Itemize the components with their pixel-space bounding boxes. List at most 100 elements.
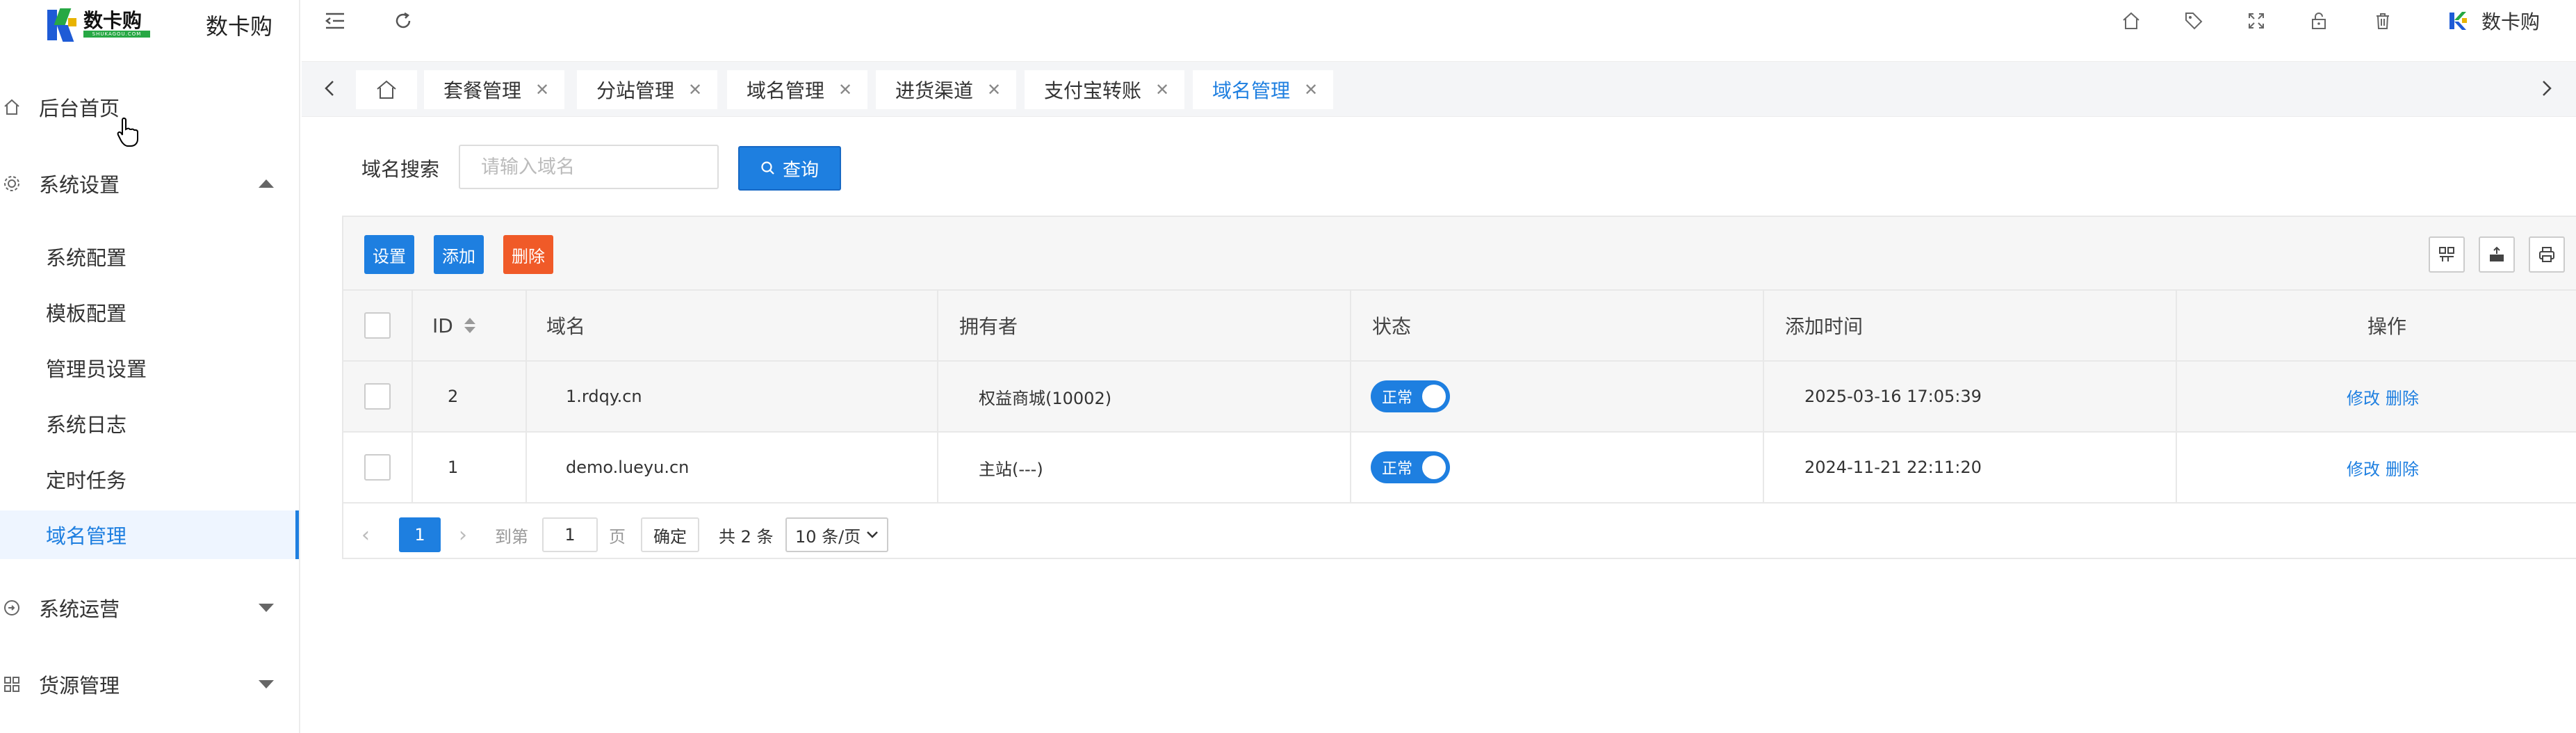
- page-size-select[interactable]: 10 条/页: [785, 517, 889, 552]
- domain-table-panel: 设置 添加 删除 ID 域名 拥有者 状态 添加时间 操作 2 1.rdqy.c…: [342, 216, 2576, 559]
- tab-home[interactable]: [356, 70, 417, 109]
- cell-added-time: 2025-03-16 17:05:39: [1804, 387, 1982, 406]
- sidebar-subitem-template-config[interactable]: 模板配置: [0, 288, 299, 337]
- close-icon[interactable]: ✕: [535, 80, 549, 99]
- sidebar-item-operations[interactable]: 系统运营: [0, 586, 300, 630]
- select-all-cell: [364, 291, 391, 360]
- sidebar-subitem-admin-settings[interactable]: 管理员设置: [0, 344, 299, 392]
- sidebar-subitem-system-config[interactable]: 系统配置: [0, 232, 299, 281]
- tab-purchase-channel[interactable]: 进货渠道 ✕: [876, 70, 1017, 109]
- home-icon[interactable]: [2117, 7, 2145, 35]
- logo-subtext: SHUKAGOU.COM: [83, 31, 150, 38]
- export-icon[interactable]: [2479, 236, 2515, 273]
- cell-id: 2: [448, 387, 459, 406]
- tab-domain-management-1[interactable]: 域名管理 ✕: [727, 70, 868, 109]
- cell-domain: demo.lueyu.cn: [566, 458, 690, 477]
- chevron-down-icon: [867, 531, 879, 538]
- print-icon[interactable]: [2529, 236, 2565, 273]
- tab-package-management[interactable]: 套餐管理 ✕: [424, 70, 565, 109]
- sidebar-item-dashboard[interactable]: 后台首页: [0, 85, 300, 129]
- sidebar-subitem-system-log[interactable]: 系统日志: [0, 399, 299, 448]
- operation-icon: [1, 597, 22, 618]
- delete-link[interactable]: 删除: [2386, 385, 2419, 409]
- home-icon: [1, 97, 22, 118]
- column-id[interactable]: ID: [432, 291, 475, 360]
- cell-owner-link[interactable]: 权益商城(10002): [979, 362, 1111, 431]
- logo[interactable]: 数卡购 SHUKAGOU.COM 数卡购: [44, 4, 272, 46]
- trash-icon[interactable]: [2369, 7, 2397, 35]
- sidebar-item-label: 系统设置: [39, 173, 120, 197]
- search-label: 域名搜索: [361, 158, 440, 181]
- refresh-icon[interactable]: [389, 7, 417, 35]
- goto-page-input[interactable]: [542, 517, 598, 552]
- close-icon[interactable]: ✕: [1304, 80, 1318, 99]
- prev-page-icon[interactable]: ‹: [361, 517, 370, 552]
- table-row: 1 demo.lueyu.cn 主站(---) 正常 2024-11-21 22…: [343, 433, 2576, 504]
- tab-scroll-right-icon[interactable]: [2533, 74, 2561, 102]
- grid-icon: [1, 674, 22, 695]
- total-count: 共 2 条: [719, 526, 774, 547]
- gear-icon: [1, 173, 22, 194]
- close-icon[interactable]: ✕: [987, 80, 1001, 99]
- logo-mark-icon: [44, 6, 83, 45]
- columns-icon[interactable]: [2429, 236, 2465, 273]
- tab-label: 域名管理: [747, 79, 825, 102]
- query-button[interactable]: 查询: [738, 146, 841, 191]
- tab-substation-management[interactable]: 分站管理 ✕: [577, 70, 718, 109]
- chevron-up-icon: [259, 179, 274, 188]
- tab-domain-management-active[interactable]: 域名管理 ✕: [1193, 70, 1334, 109]
- tab-bar: 套餐管理 ✕ 分站管理 ✕ 域名管理 ✕ 进货渠道 ✕ 支付宝转账 ✕ 域名管理 ✕: [302, 61, 2576, 117]
- column-added-time: 添加时间: [1785, 315, 1864, 338]
- column-owner: 拥有者: [959, 315, 1018, 338]
- status-toggle[interactable]: 正常: [1371, 451, 1450, 483]
- edit-link[interactable]: 修改: [2347, 385, 2380, 409]
- search-icon: [761, 161, 774, 175]
- cell-domain: 1.rdqy.cn: [566, 387, 642, 406]
- domain-search-input[interactable]: [459, 145, 719, 189]
- tab-label: 域名管理: [1212, 79, 1291, 102]
- sidebar-item-label: 后台首页: [39, 97, 120, 120]
- column-header-label: ID: [432, 314, 453, 337]
- delete-button[interactable]: 删除: [503, 235, 553, 274]
- tag-icon[interactable]: [2180, 7, 2208, 35]
- next-page-icon[interactable]: ›: [459, 517, 467, 552]
- select-all-checkbox[interactable]: [364, 312, 391, 339]
- column-status: 状态: [1372, 315, 1412, 338]
- delete-link[interactable]: 删除: [2386, 456, 2419, 480]
- tab-scroll-left-icon[interactable]: [316, 74, 343, 102]
- sidebar-item-system-settings[interactable]: 系统设置: [0, 161, 300, 206]
- column-actions: 操作: [2367, 315, 2407, 338]
- close-icon[interactable]: ✕: [688, 80, 702, 99]
- cell-owner-link[interactable]: 主站(---): [979, 433, 1043, 502]
- close-icon[interactable]: ✕: [838, 80, 852, 99]
- cell-added-time: 2024-11-21 22:11:20: [1804, 458, 1982, 477]
- close-icon[interactable]: ✕: [1155, 80, 1169, 99]
- sidebar-subitem-scheduled-tasks[interactable]: 定时任务: [0, 455, 299, 504]
- column-domain: 域名: [546, 315, 586, 338]
- sort-icon[interactable]: [464, 316, 475, 335]
- home-icon: [377, 80, 396, 99]
- collapse-menu-icon[interactable]: [321, 7, 349, 35]
- fullscreen-icon[interactable]: [2242, 7, 2270, 35]
- settings-button[interactable]: 设置: [364, 235, 414, 274]
- lock-icon[interactable]: [2305, 7, 2333, 35]
- app-name: 数卡购: [206, 13, 273, 40]
- status-toggle[interactable]: 正常: [1371, 380, 1450, 412]
- status-toggle-label: 正常: [1382, 460, 1413, 478]
- goto-confirm-button[interactable]: 确定: [641, 517, 699, 552]
- edit-link[interactable]: 修改: [2347, 456, 2380, 480]
- sidebar-item-supply-management[interactable]: 货源管理: [0, 662, 300, 707]
- chevron-down-icon: [259, 680, 274, 688]
- tab-label: 进货渠道: [895, 79, 974, 102]
- add-button[interactable]: 添加: [434, 235, 484, 274]
- sidebar-subitem-domain-management[interactable]: 域名管理: [0, 510, 299, 559]
- row-checkbox[interactable]: [364, 383, 391, 410]
- logo-text: 数卡购: [83, 9, 142, 32]
- query-button-label: 查询: [782, 159, 819, 181]
- tab-label: 套餐管理: [443, 79, 522, 102]
- page-unit-label: 页: [609, 526, 626, 547]
- tab-alipay-transfer[interactable]: 支付宝转账 ✕: [1025, 70, 1185, 109]
- current-page[interactable]: 1: [399, 517, 441, 552]
- row-checkbox[interactable]: [364, 454, 391, 481]
- user-menu[interactable]: 数卡购: [2447, 7, 2548, 35]
